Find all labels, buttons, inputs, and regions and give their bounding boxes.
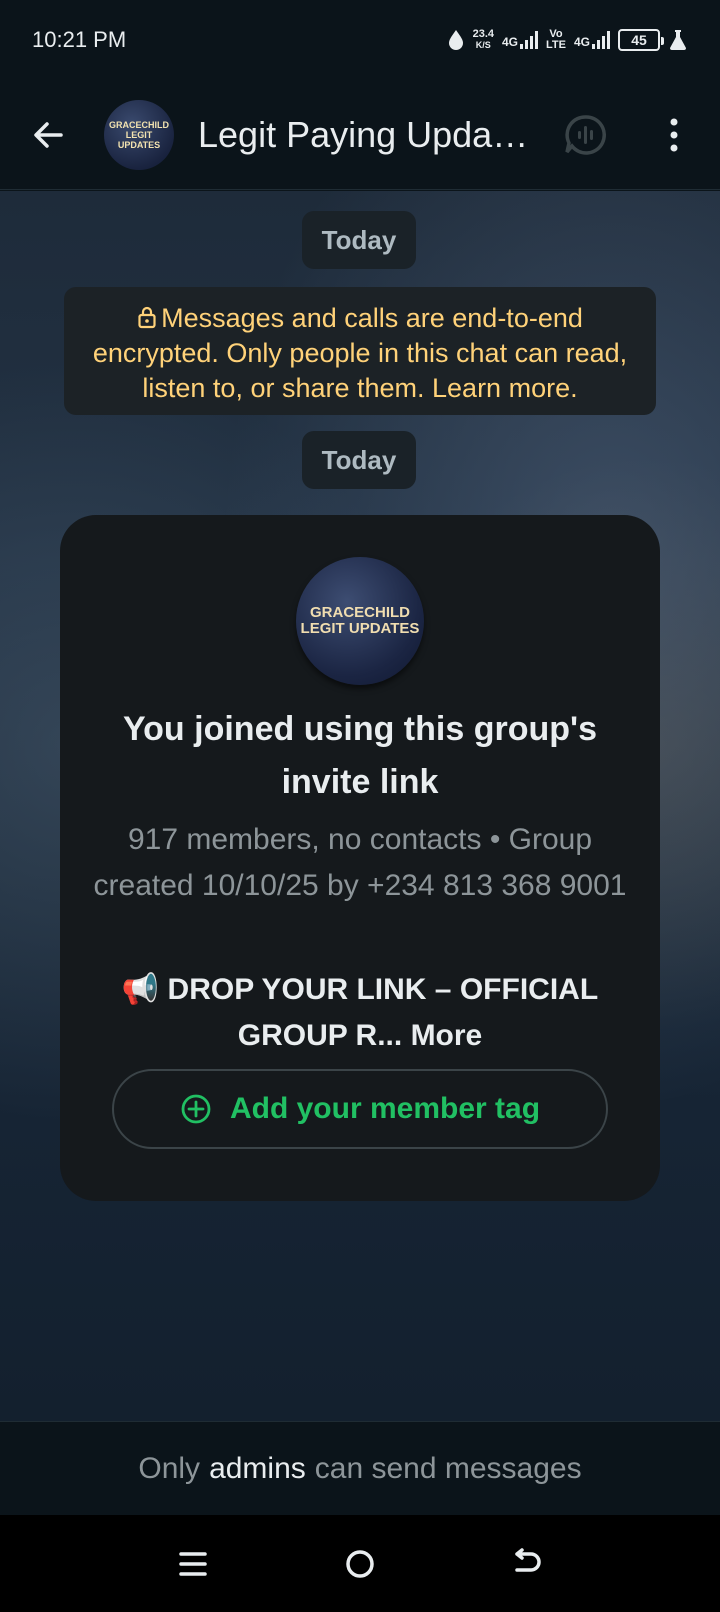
status-time: 10:21 PM <box>32 27 127 52</box>
signal-2: 4G <box>574 31 610 49</box>
date-chip: Today <box>302 431 416 489</box>
group-info-card: GRACECHILD LEGIT UPDATES You joined usin… <box>60 515 660 1201</box>
network-speed: 23.4 K/S <box>473 29 494 51</box>
status-bar: 10:21 PM 23.4 K/S 4G Vo LTE 4G 45 <box>0 0 720 80</box>
megaphone-icon: 📢 <box>121 973 160 1006</box>
battery-icon: 45 <box>618 29 664 51</box>
avatar-large-text-1: GRACECHILD <box>310 604 410 621</box>
nav-back-button[interactable] <box>497 1534 557 1594</box>
voice-chat-button[interactable] <box>556 105 616 165</box>
signal-1: 4G <box>502 31 539 49</box>
description-text: DROP YOUR LINK – OFFICIAL GROUP R... <box>167 973 599 1052</box>
group-meta: 917 members, no contacts • Group created… <box>93 823 627 902</box>
joined-message: You joined using this group's invite lin… <box>123 710 597 801</box>
admins-only-bar: Only admins can send messages <box>0 1421 720 1515</box>
volte-bottom: LTE <box>546 39 566 51</box>
menu-icon <box>179 1551 208 1576</box>
encryption-text: Messages and calls are end-to-end encryp… <box>92 303 628 403</box>
chat-header: GRACECHILD LEGIT UPDATES Legit Paying Up… <box>0 80 720 190</box>
back-button[interactable] <box>14 100 84 170</box>
avatar-text-2: LEGIT UPDATES <box>117 129 161 150</box>
home-icon <box>346 1549 374 1578</box>
network-speed-unit: K/S <box>475 40 491 50</box>
network-speed-value: 23.4 <box>472 28 494 40</box>
admins-only-suffix: can send messages <box>314 1451 582 1485</box>
group-avatar-large[interactable]: GRACECHILD LEGIT UPDATES <box>296 557 424 685</box>
signal-2-label: 4G <box>573 35 590 49</box>
lock-icon <box>138 306 156 329</box>
chat-title[interactable]: Legit Paying Updates <box>198 114 538 156</box>
signal-1-label: 4G <box>502 35 519 49</box>
back-arrow-icon <box>34 121 63 148</box>
back-icon <box>514 1547 541 1572</box>
add-member-tag-label: Add your member tag <box>229 1092 541 1125</box>
admins-only-emphasis[interactable]: admins <box>209 1452 306 1486</box>
admins-only-prefix: Only <box>138 1451 201 1485</box>
plus-circle-icon <box>181 1094 211 1124</box>
system-nav-bar <box>0 1515 720 1612</box>
avatar-large-text-2: LEGIT UPDATES <box>300 620 420 637</box>
status-icons: 23.4 K/S 4G Vo LTE 4G 45 <box>447 29 688 51</box>
avatar-text-1: GRACECHILD <box>109 119 169 130</box>
add-member-tag-button[interactable]: Add your member tag <box>112 1069 608 1149</box>
flask-icon <box>670 30 686 50</box>
encryption-notice[interactable]: Messages and calls are end-to-end encryp… <box>64 287 656 415</box>
more-options-button[interactable] <box>654 105 694 165</box>
nav-home-button[interactable] <box>330 1534 390 1594</box>
more-link[interactable]: More <box>411 1019 483 1052</box>
date-chip: Today <box>302 211 416 269</box>
signal-bars-icon <box>520 31 539 49</box>
chat-area[interactable]: Today Messages and calls are end-to-end … <box>0 191 720 1421</box>
data-saver-icon <box>448 30 463 50</box>
group-avatar[interactable]: GRACECHILD LEGIT UPDATES <box>104 99 174 170</box>
battery-level: 45 <box>631 32 647 48</box>
group-description[interactable]: 📢 DROP YOUR LINK – OFFICIAL GROUP R... M… <box>90 967 630 1059</box>
more-vertical-icon <box>670 118 678 151</box>
nav-menu-button[interactable] <box>163 1534 223 1594</box>
volte-indicator: Vo LTE <box>546 29 566 51</box>
signal-bars-icon <box>592 31 610 49</box>
voice-chat-icon <box>565 114 606 155</box>
